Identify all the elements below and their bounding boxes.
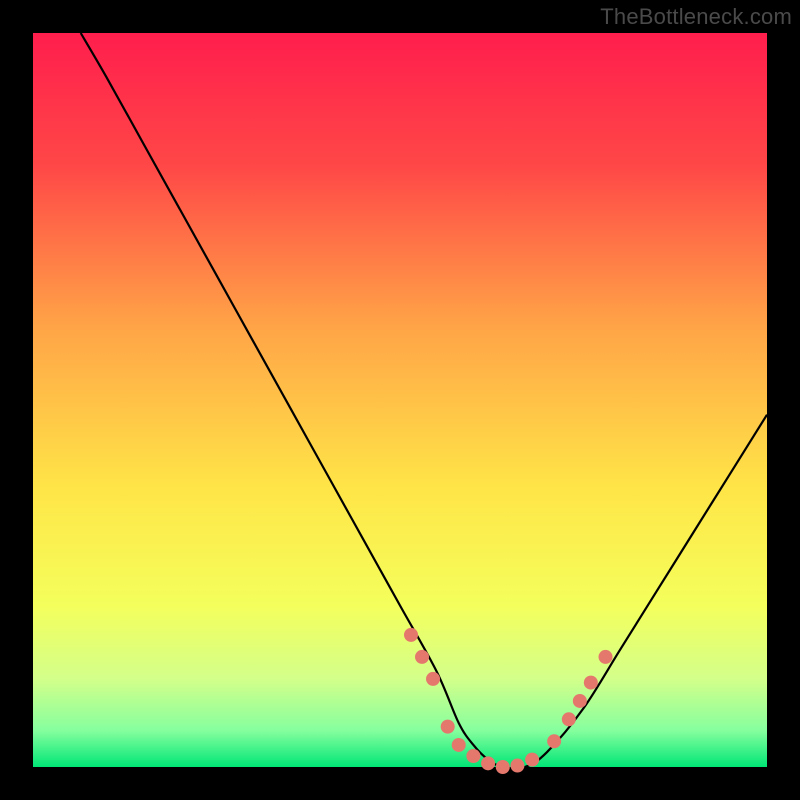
highlight-dot [466,749,480,763]
watermark-text: TheBottleneck.com [600,4,792,30]
highlight-dot [496,760,510,774]
highlight-dot [404,628,418,642]
highlight-dot [452,738,466,752]
highlight-dot [599,650,613,664]
highlight-dot [584,676,598,690]
highlight-dot [426,672,440,686]
highlight-dot [547,734,561,748]
highlight-dot [481,756,495,770]
highlight-dot [441,720,455,734]
highlight-dot [573,694,587,708]
highlight-dot [415,650,429,664]
highlight-dot [562,712,576,726]
highlight-dot [525,753,539,767]
bottleneck-chart [0,0,800,800]
highlight-dot [510,759,524,773]
